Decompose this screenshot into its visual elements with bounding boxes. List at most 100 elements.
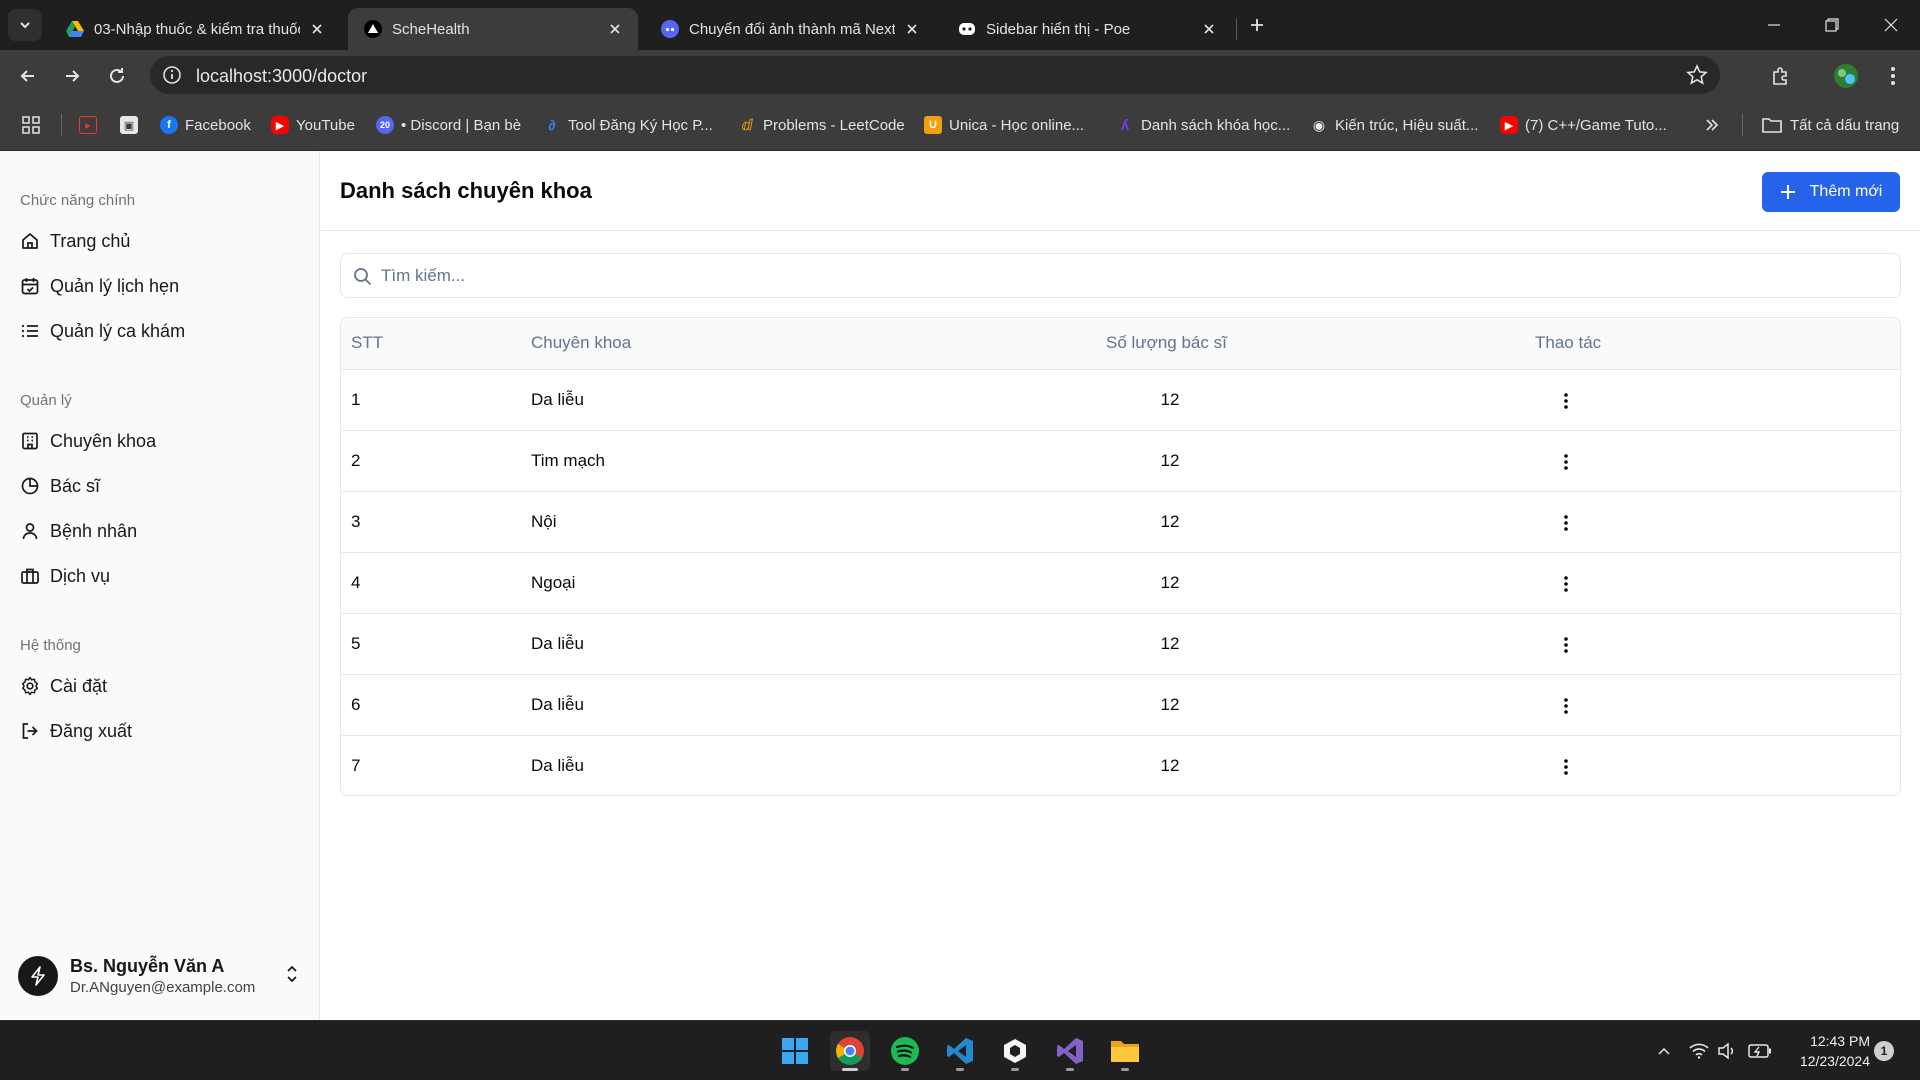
more-vertical-icon <box>1564 698 1568 714</box>
all-bookmarks-button[interactable]: Tất cả dấu trang <box>1762 114 1899 136</box>
specialty-table: STT Chuyên khoa Số lượng bác sĩ Thao tác… <box>340 317 1901 796</box>
row-actions-button[interactable] <box>1549 628 1583 662</box>
running-indicator <box>1011 1068 1019 1071</box>
row-actions-button[interactable] <box>1549 506 1583 540</box>
row-actions-button[interactable] <box>1549 689 1583 723</box>
user-icon <box>22 523 38 540</box>
new-tab-button[interactable] <box>1244 12 1270 38</box>
cell-specialty: Da liễu <box>531 756 584 775</box>
close-icon[interactable] <box>903 20 921 38</box>
profile-button[interactable] <box>1833 63 1859 89</box>
avatar <box>18 956 58 996</box>
taskbar-app-unity[interactable] <box>995 1031 1035 1071</box>
minimize-button[interactable] <box>1745 0 1803 50</box>
sidebar-item-doctors[interactable]: Bác sĩ <box>10 466 310 506</box>
sidebar-group-label: Chức năng chính <box>20 192 136 209</box>
battery-button[interactable] <box>1748 1041 1772 1061</box>
sidebar-item-services[interactable]: Dịch vụ <box>10 556 310 596</box>
course-icon: ʎ <box>1120 116 1130 134</box>
tab-title: Chuyển đổi ảnh thành mã Next.js <box>689 20 895 38</box>
table-header: STT Chuyên khoa Số lượng bác sĩ Thao tác <box>341 318 1900 370</box>
running-indicator <box>842 1068 858 1071</box>
bookmark-item[interactable]: ∂ Tool Đăng Ký Học P... <box>543 114 713 136</box>
close-window-button[interactable] <box>1862 0 1920 50</box>
chrome-icon <box>836 1037 864 1065</box>
network-button[interactable] <box>1689 1041 1709 1061</box>
bookmark-item[interactable]: ▣ <box>120 114 145 136</box>
bookmark-item[interactable]: ◉ Kiến trúc, Hiệu suất... <box>1310 114 1479 136</box>
sidebar-item-specialties[interactable]: Chuyên khoa <box>10 421 310 461</box>
browser-menu-button[interactable] <box>1880 63 1906 89</box>
notification-badge[interactable]: 1 <box>1874 1041 1894 1061</box>
cell-doctor-count: 12 <box>1160 695 1180 714</box>
plus-icon <box>1251 19 1263 31</box>
vercel-triangle-icon <box>364 20 382 38</box>
sidebar-item-home[interactable]: Trang chủ <box>10 221 310 261</box>
bookmark-item[interactable]: ▶ YouTube <box>271 114 355 136</box>
star-icon[interactable] <box>1686 64 1708 86</box>
row-actions-button[interactable] <box>1549 567 1583 601</box>
cell-specialty: Nội <box>531 512 557 531</box>
spotify-icon <box>891 1037 919 1065</box>
sidebar-group-label: Hệ thống <box>20 637 81 654</box>
taskbar-app-vscode[interactable] <box>940 1031 980 1071</box>
back-button[interactable] <box>13 61 43 91</box>
tab-search-button[interactable] <box>8 9 42 41</box>
bookmark-separator <box>61 114 62 136</box>
bookmark-item[interactable]: ⅆ Problems - LeetCode <box>738 114 905 136</box>
discord-icon <box>661 20 679 38</box>
close-icon[interactable] <box>1200 20 1218 38</box>
bookmark-label: (7) C++/Game Tuto... <box>1525 116 1667 134</box>
address-bar[interactable]: localhost:3000/doctor <box>150 56 1720 94</box>
bookmark-item[interactable]: U Unica - Học online... <box>924 114 1084 136</box>
row-actions-button[interactable] <box>1549 750 1583 784</box>
restore-button[interactable] <box>1803 0 1861 50</box>
apps-button[interactable] <box>22 114 40 136</box>
taskbar-app-spotify[interactable] <box>885 1031 925 1071</box>
column-header-actions: Thao tác <box>1535 333 1602 352</box>
search-input[interactable] <box>381 262 1881 290</box>
sidebar-item-label: Dịch vụ <box>50 565 111 586</box>
cell-doctor-count: 12 <box>1160 390 1180 409</box>
building-icon <box>22 432 38 450</box>
user-menu[interactable]: Bs. Nguyễn Văn A Dr.ANguyen@example.com <box>10 944 310 1008</box>
browser-tab[interactable]: Chuyển đổi ảnh thành mã Next.js <box>645 8 935 50</box>
sidebar-item-patients[interactable]: Bệnh nhân <box>10 511 310 551</box>
info-icon[interactable] <box>162 65 182 85</box>
taskbar-app-file-explorer[interactable] <box>1105 1031 1145 1071</box>
more-bookmarks-button[interactable] <box>1705 114 1719 136</box>
clock-time: 12:43 PM <box>1810 1033 1870 1049</box>
volume-button[interactable] <box>1717 1041 1737 1061</box>
forward-button[interactable] <box>57 61 87 91</box>
sidebar-item-shifts[interactable]: Quản lý ca khám <box>10 311 310 351</box>
browser-tab-active[interactable]: ScheHealth <box>348 8 638 50</box>
show-hidden-icons-button[interactable] <box>1654 1041 1674 1061</box>
start-button[interactable] <box>775 1031 815 1071</box>
bookmark-item[interactable]: ʎ Danh sách khóa học... <box>1116 114 1290 136</box>
sidebar-item-logout[interactable]: Đăng xuất <box>10 711 310 751</box>
bookmark-item[interactable]: 20 • Discord | Bạn bè <box>376 114 521 136</box>
bookmark-item[interactable]: ▶ (7) C++/Game Tuto... <box>1500 114 1667 136</box>
system-clock[interactable]: 12:43 PM 12/23/2024 <box>1770 1031 1870 1071</box>
taskbar-app-chrome[interactable] <box>830 1031 870 1071</box>
browser-tab[interactable]: Sidebar hiển thị - Poe <box>942 8 1232 50</box>
close-icon[interactable] <box>308 20 326 38</box>
add-new-button[interactable]: Thêm mới <box>1762 172 1900 212</box>
sidebar-item-appointments[interactable]: Quản lý lịch hẹn <box>10 266 310 306</box>
column-header-specialty: Chuyên khoa <box>531 333 632 352</box>
youtube-shorts-icon: ▸ <box>79 116 97 134</box>
taskbar-app-visual-studio[interactable] <box>1050 1031 1090 1071</box>
bookmark-item[interactable]: ▸ <box>79 114 104 136</box>
sidebar-item-label: Trang chủ <box>50 230 131 251</box>
bookmarks-bar: ▸ ▣ f Facebook ▶ YouTube 20 • Discord | … <box>0 100 1920 151</box>
reload-button[interactable] <box>102 61 132 91</box>
row-actions-button[interactable] <box>1549 445 1583 479</box>
row-actions-button[interactable] <box>1549 384 1583 418</box>
file-explorer-icon <box>1111 1041 1139 1062</box>
close-icon[interactable] <box>606 20 624 38</box>
browser-tab[interactable]: 03-Nhập thuốc & kiểm tra thuốc <box>50 8 340 50</box>
extensions-button[interactable] <box>1768 63 1794 89</box>
bookmark-item[interactable]: f Facebook <box>160 114 251 136</box>
sidebar-item-settings[interactable]: Cài đặt <box>10 666 310 706</box>
bookmark-separator <box>1742 114 1743 136</box>
